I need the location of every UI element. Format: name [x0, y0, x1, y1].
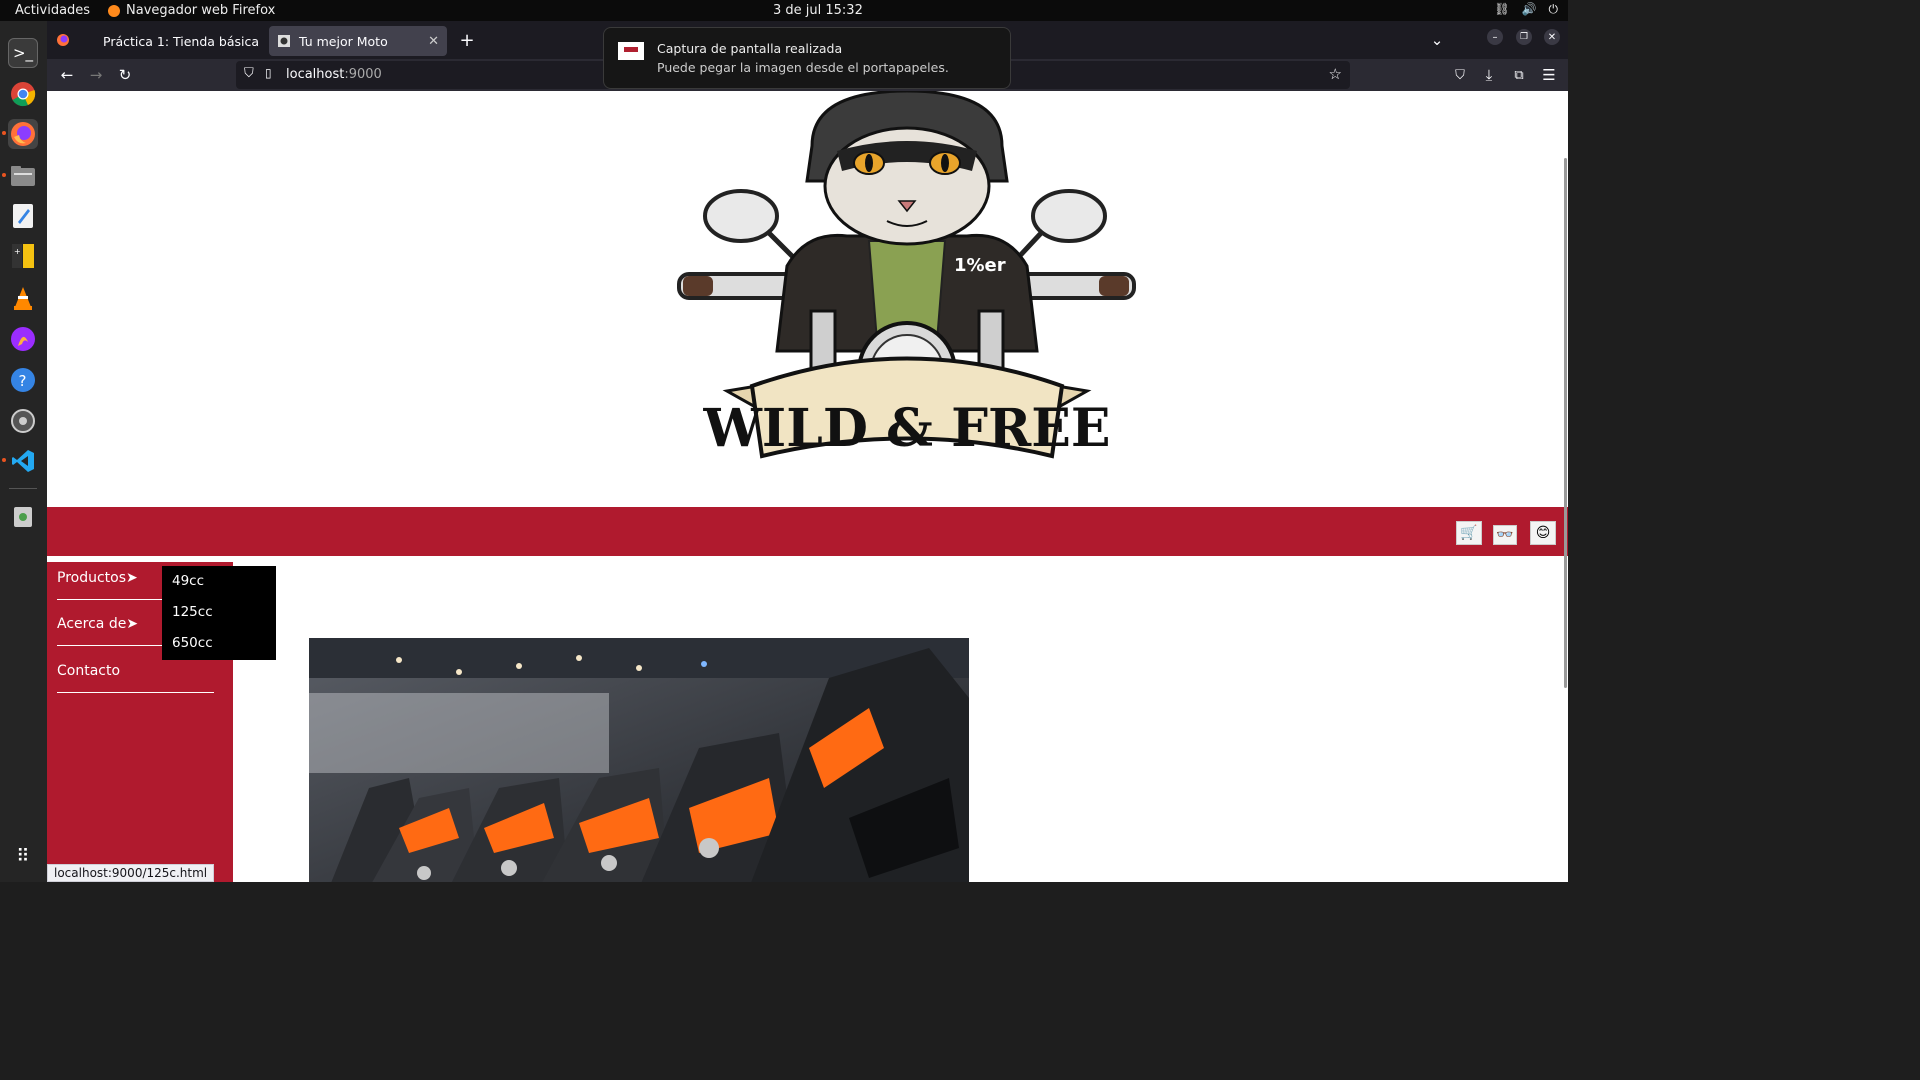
pocket-icon[interactable]: ⛉	[1448, 63, 1472, 87]
screenshot-notification[interactable]: Captura de pantalla realizada Puede pega…	[603, 27, 1011, 89]
page-info-icon[interactable]: ▯	[265, 66, 272, 80]
svg-text:?: ?	[19, 372, 27, 390]
close-window-icon[interactable]: ✕	[1544, 29, 1560, 45]
reload-icon[interactable]: ↻	[113, 63, 137, 87]
terminal-icon[interactable]: >_	[8, 38, 38, 68]
page-icon	[278, 35, 290, 47]
app-grid-icon[interactable]: ⠿	[8, 841, 38, 871]
menu-item-contacto[interactable]: Contacto	[57, 655, 214, 693]
volume-icon: 🔊	[1521, 2, 1537, 16]
text-editor-icon[interactable]	[8, 201, 38, 231]
list-all-tabs-icon[interactable]: ⌄	[1425, 28, 1449, 52]
shield-icon[interactable]: ⛉	[244, 66, 254, 81]
url-text: localhost:9000	[286, 67, 382, 82]
vscode-icon[interactable]	[2, 446, 38, 476]
cart-icon[interactable]: 🛒	[1456, 521, 1482, 545]
app-menu[interactable]: Navegador web Firefox	[108, 3, 275, 18]
header-band: 🛒 👓 😊	[47, 507, 1568, 556]
clock[interactable]: 3 de jul 15:32	[773, 3, 863, 18]
page-content: 1%er WILD & FREE 🛒 👓 😊 Productos➤ Acerca	[47, 91, 1568, 882]
notification-title: Captura de pantalla realizada	[657, 41, 843, 56]
new-tab-button[interactable]: +	[455, 28, 479, 52]
network-icon: ⛓	[1494, 2, 1510, 16]
bookmark-star-icon[interactable]: ☆	[1329, 65, 1342, 83]
downloads-icon[interactable]: ⤓	[1477, 63, 1501, 87]
system-top-bar: Actividades Navegador web Firefox 3 de j…	[0, 0, 1568, 21]
dock: >_ + ? ⠿	[0, 21, 47, 882]
dock-separator	[9, 488, 37, 489]
tab-label: Tu mejor Moto	[299, 33, 388, 49]
motorcycles-photo	[309, 638, 969, 882]
firefox-icon	[108, 4, 120, 17]
extensions-icon[interactable]: ⧉	[1507, 63, 1531, 87]
notification-message: Puede pegar la imagen desde el portapape…	[657, 60, 949, 75]
minimize-icon[interactable]: –	[1487, 29, 1503, 45]
tab-github[interactable]: Práctica 1: Tienda básica ✕	[87, 26, 263, 56]
trash-icon[interactable]	[8, 501, 38, 531]
calculator-icon[interactable]: +	[8, 241, 38, 271]
back-icon[interactable]: ←	[55, 63, 79, 87]
restore-icon[interactable]: ❐	[1516, 29, 1532, 45]
url-host: localhost	[286, 67, 345, 82]
screenshot-thumbnail	[618, 42, 644, 60]
power-icon: ⏻	[1548, 2, 1559, 16]
link-status-url: localhost:9000/125c.html	[47, 864, 215, 882]
firefox-icon[interactable]	[2, 119, 38, 149]
firefox-view-icon[interactable]	[51, 28, 75, 52]
system-tray[interactable]: ⛓ 🔊 ⏻	[1494, 2, 1558, 17]
menu-icon[interactable]: ☰	[1537, 63, 1561, 87]
user-icon[interactable]: 👓	[1493, 525, 1517, 545]
submenu-item-650cc[interactable]: 650cc	[172, 635, 213, 651]
vertical-scrollbar[interactable]	[1563, 91, 1568, 882]
tab-label: Práctica 1: Tienda básica	[103, 33, 260, 49]
tab-tu-mejor-moto[interactable]: Tu mejor Moto ✕	[269, 26, 447, 56]
smiley-icon[interactable]: 😊	[1530, 521, 1556, 545]
scrollbar-thumb[interactable]	[1564, 158, 1567, 688]
settings-icon[interactable]	[8, 406, 38, 436]
help-icon[interactable]: ?	[8, 365, 38, 395]
firefox-dev-icon[interactable]	[8, 324, 38, 354]
forward-icon[interactable]: →	[84, 63, 108, 87]
activities-button[interactable]: Actividades	[15, 3, 90, 18]
submenu-item-125cc[interactable]: 125cc	[172, 604, 213, 620]
submenu-item-49cc[interactable]: 49cc	[172, 573, 204, 589]
close-tab-icon[interactable]: ✕	[428, 34, 439, 49]
app-name: Navegador web Firefox	[126, 3, 276, 18]
svg-text:+: +	[14, 247, 21, 256]
hero-banner-text: WILD & FREE	[703, 398, 1111, 459]
url-port: :9000	[344, 67, 382, 82]
firefox-window: Práctica 1: Tienda básica ✕ Tu mejor Mot…	[47, 21, 1568, 882]
files-icon[interactable]	[2, 161, 38, 191]
chrome-icon[interactable]	[8, 79, 38, 109]
hero-logo: 1%er WILD & FREE	[47, 91, 1568, 507]
hero-badge: 1%er	[954, 255, 1006, 276]
productos-submenu: 49cc 125cc 650cc	[162, 566, 276, 660]
vlc-icon[interactable]	[8, 283, 38, 313]
